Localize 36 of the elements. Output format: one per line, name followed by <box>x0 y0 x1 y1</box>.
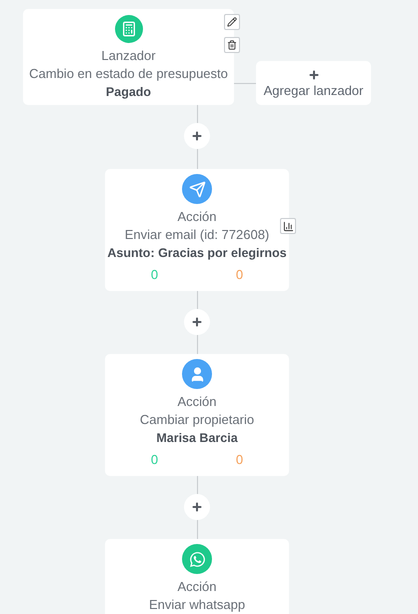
card-title: Acción <box>177 578 217 596</box>
card-description: Cambiar propietario <box>140 411 254 429</box>
paper-plane-icon <box>188 180 206 198</box>
bar-chart-icon <box>282 220 294 232</box>
card-description: Enviar email (id: 772608) <box>124 226 270 244</box>
success-count: 0 <box>150 451 158 469</box>
pencil-icon <box>227 17 237 27</box>
action-card[interactable]: Acción Enviar whatsapp <box>105 539 289 614</box>
plus-icon <box>191 501 203 513</box>
add-step-button[interactable] <box>184 494 210 520</box>
success-count: 0 <box>150 266 158 284</box>
add-step-button[interactable] <box>184 123 210 149</box>
card-detail: Asunto: Gracias por elegirnos <box>107 245 287 262</box>
card-title: Lanzador <box>101 47 156 65</box>
action-card[interactable]: Acción Cambiar propietario Marisa Barcia 0 0 <box>105 354 289 476</box>
action-card[interactable]: Acción Enviar email (id: 772608) Asunto: Gracias por elegirnos 0 0 <box>105 169 289 291</box>
failed-count: 0 <box>236 266 244 284</box>
plus-icon <box>191 316 203 328</box>
plus-icon <box>191 130 203 142</box>
calculator-icon <box>120 21 136 37</box>
card-title: Acción <box>177 208 217 226</box>
add-trigger-button[interactable]: Agregar lanzador <box>256 61 371 105</box>
plus-icon <box>308 68 320 80</box>
stats-button[interactable] <box>280 218 296 234</box>
edit-button[interactable] <box>224 14 240 30</box>
failed-count: 0 <box>236 451 244 469</box>
card-description: Enviar whatsapp <box>148 596 246 614</box>
card-detail: Marisa Barcia <box>156 430 238 447</box>
trigger-card[interactable]: Lanzador Cambio en estado de presupuesto Pagado <box>23 9 234 105</box>
chat-bubble-icon <box>188 550 206 568</box>
card-description: Cambio en estado de presupuesto <box>29 65 228 83</box>
card-detail: Pagado <box>106 84 152 101</box>
add-step-button[interactable] <box>184 309 210 335</box>
card-title: Acción <box>177 393 217 411</box>
delete-button[interactable] <box>224 37 240 53</box>
trash-icon <box>227 40 237 50</box>
